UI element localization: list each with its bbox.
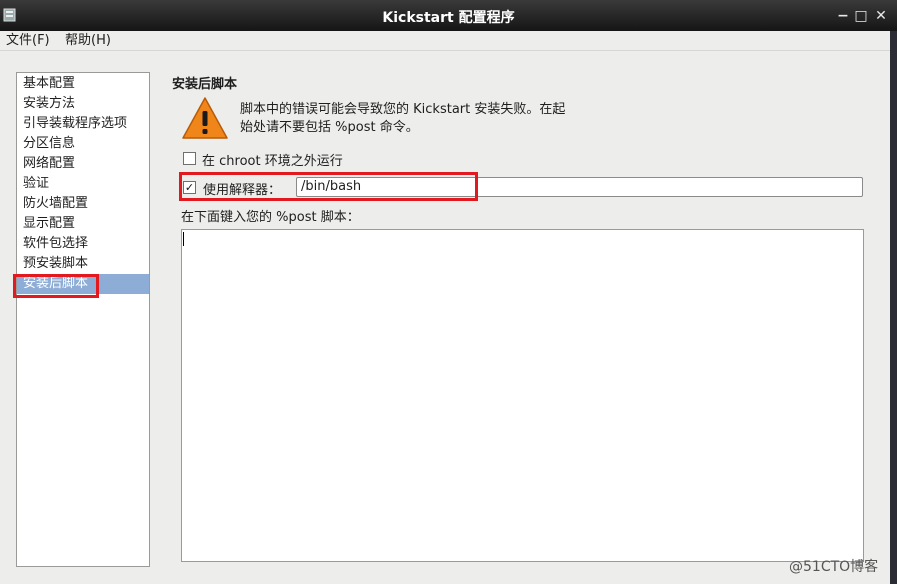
minimize-icon[interactable]: −	[834, 7, 852, 25]
window-title: Kickstart 配置程序	[382, 10, 515, 26]
sidebar-item-display[interactable]: 显示配置	[17, 214, 149, 234]
title-bar: Kickstart 配置程序 − □ ✕	[0, 0, 897, 31]
window-edge	[890, 31, 897, 584]
menu-bar: 文件(F) 帮助(H)	[0, 31, 897, 51]
interpreter-input[interactable]: /bin/bash	[296, 177, 863, 197]
close-icon[interactable]: ✕	[872, 7, 890, 25]
section-title: 安装后脚本	[172, 77, 238, 92]
menu-file[interactable]: 文件(F)	[3, 31, 53, 50]
warning-icon	[182, 97, 228, 139]
warning-line-2: 始处请不要包括 %post 命令。	[240, 120, 419, 135]
menu-help[interactable]: 帮助(H)	[62, 31, 114, 50]
sidebar-item-basic-config[interactable]: 基本配置	[17, 74, 149, 94]
sidebar-item-install-method[interactable]: 安装方法	[17, 94, 149, 114]
interpreter-checkbox[interactable]: ✓	[183, 181, 196, 194]
chroot-label: 在 chroot 环境之外运行	[202, 154, 343, 169]
maximize-icon[interactable]: □	[852, 7, 870, 25]
sidebar-item-post-script[interactable]: 安装后脚本	[17, 274, 149, 294]
warning-message: 脚本中的错误可能会导致您的 Kickstart 安装失败。在起 始处请不要包括 …	[240, 101, 565, 137]
sidebar-item-packages[interactable]: 软件包选择	[17, 234, 149, 254]
sidebar-nav: 基本配置 安装方法 引导装载程序选项 分区信息 网络配置 验证 防火墙配置 显示…	[16, 72, 150, 567]
sidebar-item-pre-script[interactable]: 预安装脚本	[17, 254, 149, 274]
script-textarea[interactable]	[181, 229, 864, 562]
interpreter-label: 使用解释器：	[203, 183, 282, 198]
watermark: @51CTO博客	[789, 559, 879, 575]
sidebar-item-network[interactable]: 网络配置	[17, 154, 149, 174]
chroot-checkbox[interactable]	[183, 152, 196, 165]
sidebar-item-firewall[interactable]: 防火墙配置	[17, 194, 149, 214]
script-label: 在下面键入您的 %post 脚本：	[181, 210, 360, 225]
sidebar-item-partition[interactable]: 分区信息	[17, 134, 149, 154]
sidebar-item-auth[interactable]: 验证	[17, 174, 149, 194]
text-cursor	[183, 232, 184, 246]
warning-line-1: 脚本中的错误可能会导致您的 Kickstart 安装失败。在起	[240, 102, 566, 117]
sidebar-item-bootloader[interactable]: 引导装载程序选项	[17, 114, 149, 134]
